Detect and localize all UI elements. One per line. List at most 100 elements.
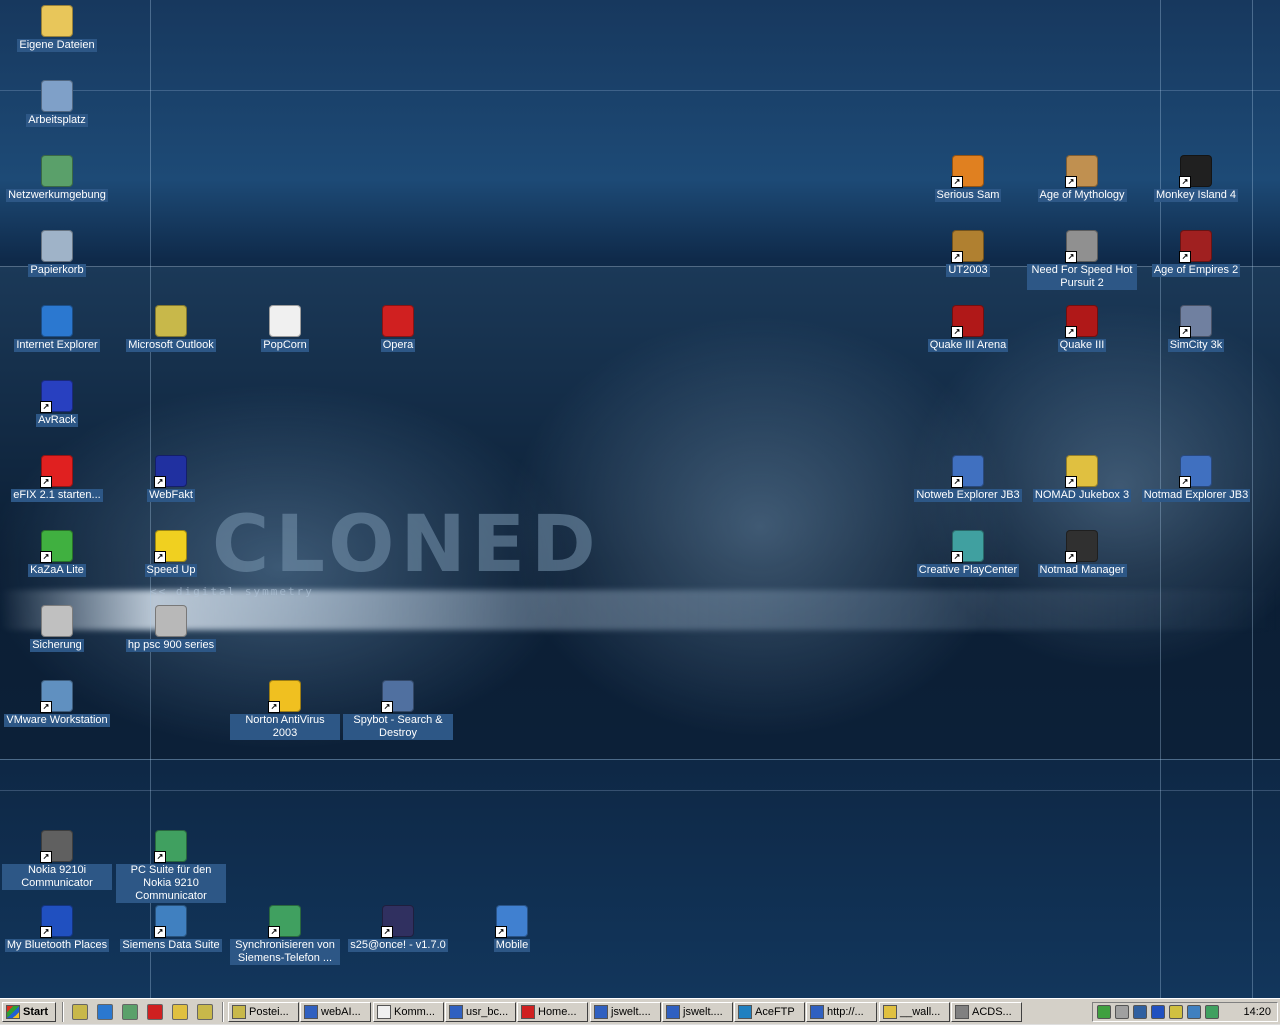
taskbar-button-label: usr_bc... (466, 1006, 509, 1018)
kazaa-icon: ↗ (40, 530, 73, 563)
desktop-icon[interactable]: ↗ Creative PlayCenter (913, 530, 1023, 577)
desktop-icon[interactable]: ↗ UT2003 (913, 230, 1023, 277)
quick-launch-outlook-icon[interactable] (197, 1004, 213, 1020)
desktop-icon[interactable]: ↗ Siemens Data Suite (116, 905, 226, 952)
antivirus-tray-icon[interactable] (1169, 1005, 1183, 1019)
desktop-icon-label: My Bluetooth Places (4, 939, 110, 952)
efix-icon: ↗ (40, 455, 73, 488)
desktop-icon[interactable]: ↗ NOMAD Jukebox 3 (1027, 455, 1137, 502)
quick-launch-search-icon[interactable] (172, 1004, 188, 1020)
taskbar-button[interactable]: http://... (806, 1002, 877, 1022)
taskbar-button-label: Postei... (249, 1006, 289, 1018)
desktop-icon-label: s25@once! - v1.7.0 (348, 939, 448, 952)
taskbar-separator (62, 1002, 64, 1022)
desktop-icon[interactable]: Papierkorb (2, 230, 112, 277)
word-icon (810, 1005, 824, 1019)
taskbar-button-label: http://... (827, 1006, 864, 1018)
vmware-tray-icon[interactable] (1133, 1005, 1147, 1019)
taskbar-button[interactable]: jswelt.... (662, 1002, 733, 1022)
taskbar-button[interactable]: jswelt.... (590, 1002, 661, 1022)
desktop-icon-label: SimCity 3k (1167, 339, 1225, 352)
desktop-icon-label: Papierkorb (28, 264, 86, 277)
desktop-icon[interactable]: ↗ VMware Workstation (2, 680, 112, 727)
desktop-icon[interactable]: ↗ eFIX 2.1 starten... (2, 455, 112, 502)
desktop-icon[interactable]: Opera (343, 305, 453, 352)
system-tray: 14:20 (1092, 1002, 1278, 1022)
quick-launch-opera-icon[interactable] (147, 1004, 163, 1020)
desktop-icon[interactable]: ↗ Notmad Manager (1027, 530, 1137, 577)
sync-icon: ↗ (268, 905, 301, 938)
desktop-icon[interactable]: ↗ Nokia 9210i Communicator (2, 830, 112, 890)
taskbar-button[interactable]: Home... (517, 1002, 588, 1022)
desktop-icon[interactable]: Internet Explorer (2, 305, 112, 352)
monitor-tray-icon[interactable] (1187, 1005, 1201, 1019)
shortcut-arrow-icon: ↗ (1065, 251, 1077, 263)
taskbar-button-label: AceFTP (755, 1006, 795, 1018)
desktop-icon[interactable]: ↗ Quake III Arena (913, 305, 1023, 352)
desktop-icon[interactable]: ↗ Speed Up (116, 530, 226, 577)
desktop-icon[interactable]: Microsoft Outlook (116, 305, 226, 352)
desktop-icon-label: Sicherung (30, 639, 84, 652)
quick-launch-outlook-icon[interactable] (72, 1004, 88, 1020)
desktop-icon[interactable]: PopCorn (230, 305, 340, 352)
avrack-icon: ↗ (40, 380, 73, 413)
bluetooth-tray-icon[interactable] (1151, 1005, 1165, 1019)
age-of-mythology-icon: ↗ (1065, 155, 1098, 188)
desktop-icon-label: Notmad Explorer JB3 (1141, 489, 1251, 502)
calendar-tray-icon[interactable] (1205, 1005, 1219, 1019)
desktop-icon[interactable]: ↗ Monkey Island 4 (1141, 155, 1251, 202)
desktop-icon[interactable]: ↗ s25@once! - v1.7.0 (343, 905, 453, 952)
desktop-icon[interactable]: ↗ Mobile (457, 905, 567, 952)
taskbar-button[interactable]: ACDS... (951, 1002, 1022, 1022)
desktop-icon[interactable]: ↗ Need For Speed Hot Pursuit 2 (1027, 230, 1137, 290)
clock[interactable]: 14:20 (1243, 1006, 1271, 1018)
taskbar-button[interactable]: usr_bc... (445, 1002, 516, 1022)
taskbar-button[interactable]: AceFTP (734, 1002, 805, 1022)
desktop-icon[interactable]: hp psc 900 series (116, 605, 226, 652)
simcity-icon: ↗ (1179, 305, 1212, 338)
quick-launch-internet-explorer-icon[interactable] (97, 1004, 113, 1020)
shortcut-arrow-icon: ↗ (268, 926, 280, 938)
computer-icon (41, 80, 73, 112)
shortcut-arrow-icon: ↗ (40, 926, 52, 938)
desktop-icon[interactable]: ↗ KaZaA Lite (2, 530, 112, 577)
shortcut-arrow-icon: ↗ (40, 551, 52, 563)
taskbar-button[interactable]: Postei... (228, 1002, 299, 1022)
desktop-icon[interactable]: ↗ PC Suite für den Nokia 9210 Communicato… (116, 830, 226, 903)
desktop-icon[interactable]: Netzwerkumgebung (2, 155, 112, 202)
taskbar: Start Postei... webAI... Komm... usr_bc... H… (0, 998, 1280, 1025)
taskbar-button[interactable]: webAI... (300, 1002, 371, 1022)
network-tray-icon[interactable] (1097, 1005, 1111, 1019)
quake-arena-icon: ↗ (951, 305, 984, 338)
desktop-icon-label: Nokia 9210i Communicator (2, 864, 112, 890)
shortcut-arrow-icon: ↗ (1065, 551, 1077, 563)
taskbar-button[interactable]: __wall... (879, 1002, 950, 1022)
desktop-icon[interactable]: ↗ Age of Mythology (1027, 155, 1137, 202)
desktop-icon-label: Age of Empires 2 (1151, 264, 1241, 277)
desktop-icon[interactable]: ↗ My Bluetooth Places (2, 905, 112, 952)
desktop-icon[interactable]: ↗ WebFakt (116, 455, 226, 502)
desktop-icon[interactable]: ↗ Spybot - Search & Destroy (343, 680, 453, 740)
shortcut-arrow-icon: ↗ (268, 701, 280, 713)
desktop-icon[interactable]: ↗ Norton AntiVirus 2003 (230, 680, 340, 740)
taskbar-button[interactable]: Komm... (373, 1002, 444, 1022)
start-button[interactable]: Start (2, 1002, 56, 1022)
desktop-icon[interactable]: ↗ Age of Empires 2 (1141, 230, 1251, 277)
printer-icon (155, 605, 187, 637)
desktop-icon[interactable]: ↗ SimCity 3k (1141, 305, 1251, 352)
shortcut-arrow-icon: ↗ (40, 401, 52, 413)
desktop-icon[interactable]: Eigene Dateien (2, 5, 112, 52)
desktop-icon[interactable]: ↗ Serious Sam (913, 155, 1023, 202)
internet-explorer-icon (41, 305, 73, 337)
desktop-icon[interactable]: ↗ Notweb Explorer JB3 (913, 455, 1023, 502)
desktop-icon[interactable]: Arbeitsplatz (2, 80, 112, 127)
desktop-icon[interactable]: ↗ AvRack (2, 380, 112, 427)
desktop-icon[interactable]: ↗ Synchronisieren von Siemens-Telefon ... (230, 905, 340, 965)
start-label: Start (23, 1006, 49, 1018)
desktop-icon[interactable]: ↗ Notmad Explorer JB3 (1141, 455, 1251, 502)
monkey-island-icon: ↗ (1179, 155, 1212, 188)
volume-icon[interactable] (1115, 1005, 1129, 1019)
desktop-icon[interactable]: ↗ Quake III (1027, 305, 1137, 352)
quick-launch-network-icon[interactable] (122, 1004, 138, 1020)
desktop-icon[interactable]: Sicherung (2, 605, 112, 652)
